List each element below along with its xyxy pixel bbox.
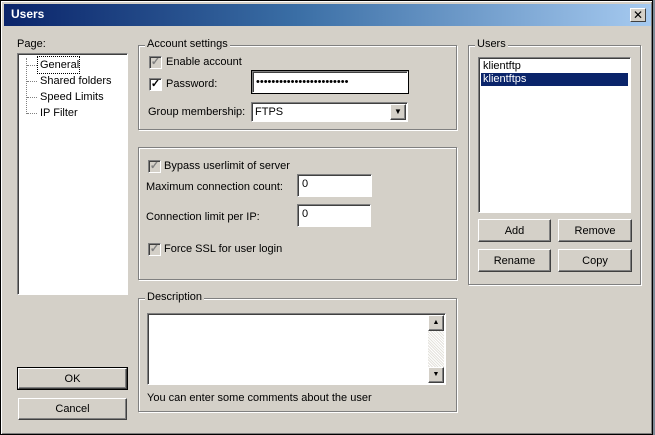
- user-item-klientftp[interactable]: klientftp: [481, 60, 628, 73]
- description-textarea[interactable]: ▲ ▼: [147, 313, 446, 385]
- description-legend: Description: [145, 291, 205, 303]
- check-icon: ✓: [149, 160, 160, 172]
- per-ip-limit-label: Connection limit per IP:: [146, 211, 260, 223]
- tree-item-speed-limits[interactable]: Speed Limits: [38, 89, 104, 105]
- account-settings-legend: Account settings: [145, 38, 230, 50]
- check-icon: ✓: [150, 78, 161, 90]
- ok-button[interactable]: OK: [17, 367, 128, 390]
- bypass-userlimit-checkbox[interactable]: ✓: [148, 160, 161, 173]
- check-icon: ✓: [149, 243, 160, 255]
- enable-account-label: Enable account: [166, 56, 242, 68]
- max-connection-label: Maximum connection count:: [146, 181, 283, 193]
- copy-user-button[interactable]: Copy: [558, 249, 632, 272]
- users-legend: Users: [475, 38, 508, 50]
- force-ssl-checkbox[interactable]: ✓: [148, 243, 161, 256]
- tree-branch: [27, 65, 37, 66]
- chevron-down-icon: ▼: [394, 107, 402, 116]
- password-checkbox[interactable]: ✓: [149, 78, 162, 91]
- title-bar[interactable]: Users ✕: [4, 4, 651, 26]
- tree-line: [26, 58, 27, 114]
- tree-branch: [27, 113, 37, 114]
- bypass-userlimit-label: Bypass userlimit of server: [164, 160, 290, 172]
- tree-branch: [27, 81, 37, 82]
- add-user-button[interactable]: Add: [478, 219, 551, 242]
- force-ssl-label: Force SSL for user login: [164, 243, 283, 255]
- group-membership-label: Group membership:: [148, 106, 246, 118]
- scroll-up-button[interactable]: ▲: [428, 315, 444, 331]
- dropdown-button[interactable]: ▼: [390, 104, 406, 120]
- close-icon: ✕: [632, 8, 644, 22]
- enable-account-checkbox[interactable]: ✓: [149, 56, 162, 69]
- password-label: Password:: [166, 78, 218, 90]
- close-button[interactable]: ✕: [630, 8, 646, 22]
- description-hint: You can enter some comments about the us…: [147, 392, 372, 404]
- tree-branch: [27, 97, 37, 98]
- cancel-button[interactable]: Cancel: [18, 398, 127, 420]
- page-label: Page:: [17, 38, 46, 50]
- password-field[interactable]: ••••••••••••••••••••••••: [251, 70, 409, 94]
- remove-user-button[interactable]: Remove: [558, 219, 632, 242]
- description-scrollbar[interactable]: ▲ ▼: [428, 315, 444, 383]
- rename-user-button[interactable]: Rename: [478, 249, 551, 272]
- user-item-klientftps[interactable]: klientftps: [481, 73, 628, 86]
- users-list[interactable]: klientftp klientftps: [478, 57, 631, 213]
- users-dialog: Users ✕ Page: General Shared folders Spe…: [0, 0, 653, 435]
- tree-item-general[interactable]: General: [36, 56, 81, 74]
- page-tree[interactable]: General Shared folders Speed Limits IP F…: [17, 53, 128, 295]
- window-title: Users: [11, 7, 45, 21]
- chevron-down-icon: ▼: [432, 371, 440, 378]
- tree-item-shared-folders[interactable]: Shared folders: [38, 73, 112, 89]
- group-membership-select[interactable]: FTPS ▼: [251, 102, 408, 122]
- scroll-down-button[interactable]: ▼: [428, 367, 444, 383]
- tree-item-ip-filter[interactable]: IP Filter: [38, 105, 78, 121]
- group-membership-value: FTPS: [255, 106, 284, 118]
- check-icon: ✓: [150, 56, 161, 68]
- chevron-up-icon: ▲: [432, 319, 440, 326]
- max-connection-input[interactable]: 0: [297, 174, 372, 197]
- per-ip-limit-input[interactable]: 0: [297, 204, 371, 227]
